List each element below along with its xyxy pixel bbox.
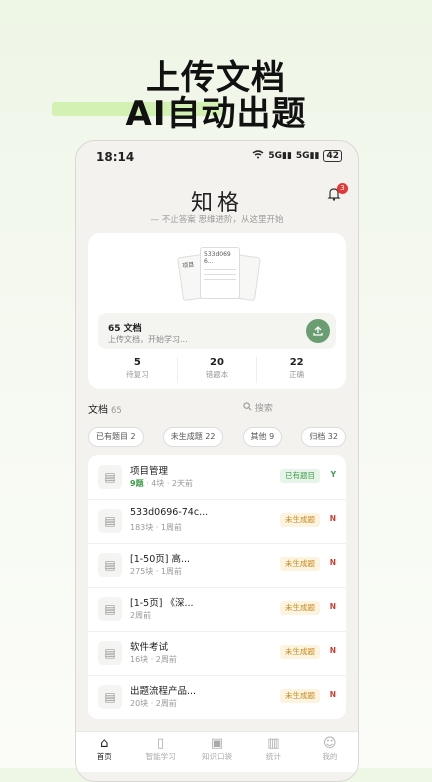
list-item[interactable]: ▤ [1-5页] 《深... 2周前 未生成题 N	[88, 587, 346, 632]
doc-title: [1-50页] 高...	[130, 554, 191, 565]
filter-archived[interactable]: 归档 32	[301, 427, 346, 447]
doc-meta: 16块 · 2周前	[130, 655, 177, 664]
list-item[interactable]: ▤ 533d0696-74c... 183块 · 1周前 未生成题 N	[88, 499, 346, 544]
app-subtitle: — 不止答案 思维进阶，从这里开始	[150, 215, 284, 225]
status-icons: 5G▮▮ 5G▮▮ 42	[252, 150, 342, 162]
status-bar: 18:14 5G▮▮ 5G▮▮ 42	[76, 141, 358, 173]
document-icon: ▤	[98, 553, 122, 577]
status-flag: N	[329, 690, 336, 699]
doc-meta: 9题 · 4块 · 2天前	[130, 479, 194, 488]
doc-meta: 2周前	[130, 611, 152, 620]
document-icon: ▤	[98, 641, 122, 665]
tab-label: 统计	[265, 752, 281, 761]
documents-header: 文档 65 搜索	[88, 401, 346, 417]
status-badge: 未生成题	[280, 601, 320, 615]
list-item[interactable]: ▤ 出题流程产品... 20块 · 2周前 未生成题 N	[88, 675, 346, 719]
wifi-icon	[252, 150, 264, 162]
paper-text-1: 533d069	[204, 251, 231, 258]
chart-icon: ▥	[267, 736, 280, 751]
notification-button[interactable]: 3	[326, 183, 348, 204]
status-flag: N	[329, 602, 336, 611]
stats-row: 5 待复习 20 错题本 22 正确	[98, 357, 336, 383]
filter-chips: 已有题目 2 未生成题 22 其他 9 归档 32	[88, 427, 346, 447]
book-icon: ▯	[157, 736, 165, 751]
user-icon: ☺	[323, 736, 337, 751]
stat-wrong[interactable]: 20 错题本	[178, 357, 258, 383]
bottom-tab-bar: ⌂ 首页 ▯ 智能学习 ▣ 知识口袋 ▥ 统计 ☺ 我的	[76, 731, 358, 772]
filter-no-questions[interactable]: 未生成题 22	[162, 427, 224, 447]
tab-knowledge-pocket[interactable]: ▣ 知识口袋	[189, 732, 245, 772]
doc-meta: 183块 · 1周前	[130, 523, 182, 532]
stat-label: 待复习	[126, 370, 149, 379]
filter-other[interactable]: 其他 9	[242, 427, 283, 447]
signal-icon-2: 5G▮▮	[295, 151, 320, 161]
battery-icon: 42	[323, 150, 342, 162]
doc-meta: 20块 · 2周前	[130, 699, 177, 708]
status-badge: 未生成题	[280, 557, 320, 571]
tab-label: 首页	[96, 752, 112, 761]
search-icon	[243, 402, 252, 411]
upload-hint: 上传文档，开始学习...	[108, 335, 188, 344]
search-placeholder: 搜索	[254, 404, 273, 414]
status-flag: N	[329, 558, 336, 567]
doc-count-label: 65 文档	[108, 324, 142, 334]
document-icon: ▤	[98, 685, 122, 709]
status-flag: N	[329, 646, 336, 655]
phone-screen: 18:14 5G▮▮ 5G▮▮ 42 知格 — 不止答案 思维进阶，从这里开始 …	[75, 140, 359, 782]
tab-profile[interactable]: ☺ 我的	[302, 732, 358, 772]
tab-label: 智能学习	[145, 752, 176, 761]
doc-title: 出题流程产品...	[130, 686, 197, 697]
paper-text-2: 6...	[204, 258, 214, 265]
promo-subheadline: AI自动出题	[125, 94, 307, 134]
stat-value: 5	[133, 357, 141, 368]
documents-illustration: 项目 533d069 6...	[177, 247, 261, 305]
doc-title: [1-5页] 《深...	[130, 598, 194, 609]
list-item[interactable]: ▤ [1-50页] 高... 275块 · 1周前 未生成题 N	[88, 543, 346, 588]
stat-value: 20	[210, 357, 224, 368]
list-item[interactable]: ▤ 软件考试 16块 · 2周前 未生成题 N	[88, 631, 346, 676]
stat-review[interactable]: 5 待复习	[98, 357, 178, 383]
home-icon: ⌂	[100, 736, 109, 751]
status-flag: N	[329, 514, 336, 523]
status-badge: 已有题目	[280, 469, 320, 483]
stat-label: 正确	[289, 370, 305, 379]
tab-label: 我的	[322, 752, 338, 761]
document-icon: ▤	[98, 465, 122, 489]
signal-icon: 5G▮▮	[268, 151, 292, 161]
list-item[interactable]: ▤ 项目管理 9题 · 4块 · 2天前 已有题目 Y	[88, 455, 346, 500]
doc-meta: 275块 · 1周前	[130, 567, 182, 576]
tab-label: 知识口袋	[202, 752, 233, 761]
status-flag: Y	[330, 470, 336, 479]
status-badge: 未生成题	[280, 645, 320, 659]
summary-card: 项目 533d069 6... 65 文档 上传文档，开始学习... 5 待复习	[88, 233, 346, 389]
paper-front: 533d069 6...	[200, 247, 240, 299]
status-time: 18:14	[96, 150, 135, 164]
document-list: ▤ 项目管理 9题 · 4块 · 2天前 已有题目 Y ▤ 533d0696-7…	[88, 455, 346, 719]
upload-icon	[313, 326, 323, 336]
documents-title: 文档 65	[88, 405, 122, 416]
stat-label: 错题本	[205, 370, 229, 379]
search-input[interactable]: 搜索	[243, 401, 273, 414]
stat-value: 22	[289, 357, 304, 368]
tab-home[interactable]: ⌂ 首页	[76, 732, 132, 772]
doc-title: 533d0696-74c...	[130, 507, 209, 518]
document-icon: ▤	[98, 597, 122, 621]
documents-count: 65	[111, 406, 122, 416]
doc-title: 项目管理	[130, 466, 169, 477]
status-badge: 未生成题	[280, 513, 320, 527]
doc-title: 软件考试	[130, 642, 169, 653]
upload-button[interactable]	[306, 319, 330, 343]
tab-smart-learning[interactable]: ▯ 智能学习	[132, 732, 188, 772]
filter-has-questions[interactable]: 已有题目 2	[88, 427, 144, 447]
tab-statistics[interactable]: ▥ 统计	[245, 732, 301, 772]
pocket-icon: ▣	[210, 736, 224, 751]
document-icon: ▤	[98, 509, 122, 533]
stat-correct[interactable]: 22 正确	[257, 357, 336, 383]
notification-badge: 3	[337, 183, 348, 194]
status-badge: 未生成题	[280, 689, 320, 703]
upload-row[interactable]: 65 文档 上传文档，开始学习...	[98, 313, 336, 349]
